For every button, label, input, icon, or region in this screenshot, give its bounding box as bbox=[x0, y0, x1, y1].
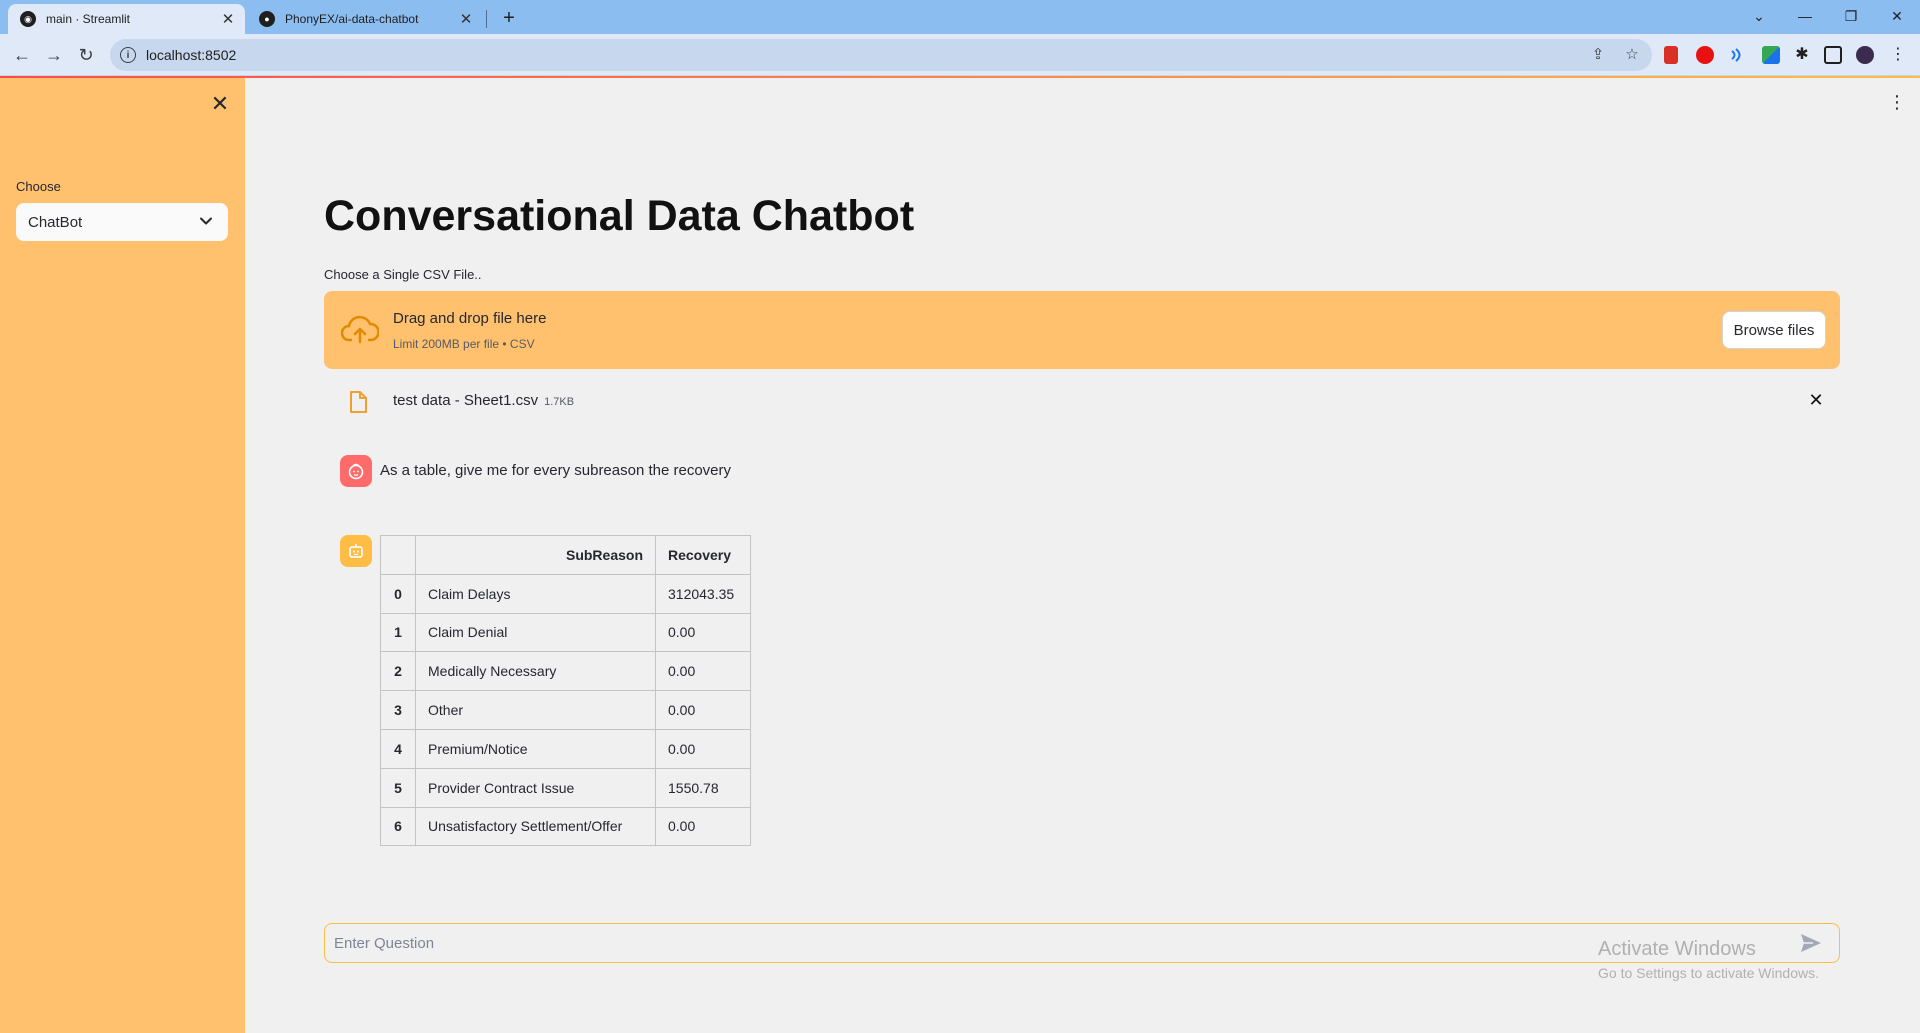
subreason-cell: Medically Necessary bbox=[415, 651, 656, 692]
subreason-cell: Claim Delays bbox=[415, 573, 656, 614]
row-index: 1 bbox=[380, 612, 416, 653]
recovery-cell: 0.00 bbox=[655, 728, 751, 769]
table-row: 4 Premium/Notice 0.00 bbox=[380, 728, 751, 769]
cloud-upload-icon bbox=[341, 315, 379, 344]
table-row: 3 Other 0.00 bbox=[380, 690, 751, 730]
chevron-down-icon bbox=[200, 217, 212, 225]
table-row: 6 Unsatisfactory Settlement/Offer 0.00 bbox=[380, 806, 751, 847]
user-face-icon bbox=[348, 463, 364, 480]
extensions-puzzle-icon[interactable]: ✱ bbox=[1791, 43, 1813, 67]
back-button[interactable]: ← bbox=[10, 43, 34, 67]
row-index: 2 bbox=[380, 651, 416, 692]
select-label: Choose bbox=[16, 179, 61, 194]
wifi-extension-icon[interactable] bbox=[1728, 46, 1746, 64]
dropzone-title: Drag and drop file here bbox=[393, 310, 547, 327]
user-avatar bbox=[340, 455, 372, 487]
index-header bbox=[380, 535, 416, 575]
streamlit-icon: ◉ bbox=[20, 11, 36, 27]
row-index: 0 bbox=[380, 573, 416, 614]
dataframe-table: SubReason Recovery 0 Claim Delays 312043… bbox=[380, 535, 751, 847]
robot-icon bbox=[349, 544, 363, 558]
table-row: 0 Claim Delays 312043.35 bbox=[380, 573, 751, 614]
subreason-cell: Claim Denial bbox=[415, 612, 656, 653]
assistant-avatar bbox=[340, 535, 372, 567]
tab-title: main · Streamlit bbox=[46, 12, 131, 26]
bookmark-star-icon[interactable]: ☆ bbox=[1622, 43, 1642, 67]
restore-button[interactable]: ❐ bbox=[1828, 4, 1874, 28]
forward-button[interactable]: → bbox=[42, 43, 66, 67]
tab-search-button[interactable]: ⌄ bbox=[1736, 4, 1782, 28]
file-name-text: test data - Sheet1.csv bbox=[393, 392, 539, 409]
dropzone-limit: Limit 200MB per file • CSV bbox=[393, 337, 535, 351]
bookmark-extension-icon[interactable] bbox=[1664, 46, 1678, 64]
row-index: 3 bbox=[380, 690, 416, 730]
recovery-cell: 312043.35 bbox=[655, 573, 751, 614]
reload-button[interactable]: ↻ bbox=[74, 43, 98, 67]
uploaded-file: test data - Sheet1.csv 1.7KB ✕ bbox=[324, 382, 1840, 418]
browser-toolbar: ← → ↻ i localhost:8502 ⇪ ☆ ✱ ⋮ bbox=[0, 34, 1920, 76]
remove-file-icon[interactable]: ✕ bbox=[1804, 388, 1828, 412]
table-row: 1 Claim Denial 0.00 bbox=[380, 612, 751, 653]
uploader-label: Choose a Single CSV File.. bbox=[324, 267, 482, 282]
column-header-recovery: Recovery bbox=[655, 535, 751, 575]
question-input[interactable] bbox=[325, 925, 1725, 961]
recovery-cell: 0.00 bbox=[655, 690, 751, 730]
streamlit-top-decoration bbox=[0, 76, 1920, 78]
share-icon[interactable]: ⇪ bbox=[1588, 43, 1608, 67]
address-bar[interactable]: i localhost:8502 ⇪ ☆ bbox=[110, 39, 1652, 71]
browser-tab-bar: ◉ main · Streamlit ✕ ● PhonyEX/ai-data-c… bbox=[0, 0, 1920, 34]
new-tab-button[interactable]: + bbox=[496, 6, 522, 30]
profile-avatar[interactable] bbox=[1856, 46, 1874, 64]
recovery-cell: 0.00 bbox=[655, 651, 751, 692]
opera-extension-icon[interactable] bbox=[1696, 46, 1714, 64]
file-size: 1.7KB bbox=[544, 396, 575, 408]
app-menu-icon[interactable]: ⋮ bbox=[1887, 90, 1907, 114]
github-icon: ● bbox=[259, 11, 275, 27]
browser-tab-github[interactable]: ● PhonyEX/ai-data-chatbot ✕ bbox=[247, 4, 483, 34]
browser-menu-icon[interactable]: ⋮ bbox=[1887, 43, 1909, 67]
sidebar: ✕ Choose ChatBot bbox=[0, 78, 245, 1033]
table-row: 5 Provider Contract Issue 1550.78 bbox=[380, 767, 751, 808]
tab-title: PhonyEX/ai-data-chatbot bbox=[285, 12, 419, 26]
browser-tab-main[interactable]: ◉ main · Streamlit ✕ bbox=[8, 4, 245, 34]
translate-extension-icon[interactable] bbox=[1762, 46, 1780, 64]
site-info-icon[interactable]: i bbox=[120, 47, 136, 63]
table-row: 2 Medically Necessary 0.00 bbox=[380, 651, 751, 692]
recovery-cell: 1550.78 bbox=[655, 767, 751, 808]
subreason-cell: Unsatisfactory Settlement/Offer bbox=[415, 806, 656, 847]
select-value: ChatBot bbox=[28, 213, 83, 231]
windows-activation-watermark: Activate Windows Go to Settings to activ… bbox=[1598, 938, 1819, 981]
url-text: localhost:8502 bbox=[146, 47, 237, 63]
recovery-cell: 0.00 bbox=[655, 612, 751, 653]
mode-select[interactable]: ChatBot bbox=[16, 203, 228, 241]
file-dropzone[interactable]: Drag and drop file here Limit 200MB per … bbox=[324, 291, 1840, 369]
recovery-cell: 0.00 bbox=[655, 806, 751, 847]
side-panel-icon[interactable] bbox=[1824, 46, 1842, 64]
watermark-title: Activate Windows bbox=[1598, 938, 1756, 960]
row-index: 6 bbox=[380, 806, 416, 847]
browse-files-button[interactable]: Browse files bbox=[1722, 311, 1826, 349]
tab-close-icon[interactable]: ✕ bbox=[455, 10, 477, 28]
row-index: 4 bbox=[380, 728, 416, 769]
subreason-cell: Premium/Notice bbox=[415, 728, 656, 769]
subreason-cell: Provider Contract Issue bbox=[415, 767, 656, 808]
watermark-subtitle: Go to Settings to activate Windows. bbox=[1598, 965, 1819, 981]
file-name: test data - Sheet1.csv 1.7KB bbox=[393, 392, 574, 409]
column-header-subreason: SubReason bbox=[415, 535, 656, 575]
sidebar-close-icon[interactable]: ✕ bbox=[208, 92, 232, 116]
page-title: Conversational Data Chatbot bbox=[324, 192, 915, 240]
tab-divider bbox=[486, 10, 487, 28]
row-index: 5 bbox=[380, 767, 416, 808]
close-window-button[interactable]: ✕ bbox=[1874, 4, 1920, 28]
user-message: As a table, give me for every subreason … bbox=[380, 462, 732, 479]
table-header-row: SubReason Recovery bbox=[380, 535, 751, 575]
subreason-cell: Other bbox=[415, 690, 656, 730]
tab-close-icon[interactable]: ✕ bbox=[217, 10, 239, 28]
file-icon bbox=[350, 391, 367, 413]
minimize-button[interactable]: — bbox=[1782, 4, 1828, 28]
